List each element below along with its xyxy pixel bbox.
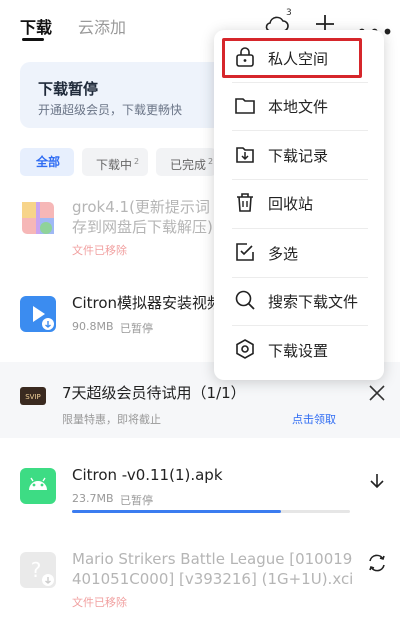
item-size: 90.8MB	[72, 320, 114, 333]
promo-title: 7天超级会员待试用（1/1）	[62, 384, 246, 402]
settings-icon	[236, 339, 254, 359]
menu-divider	[232, 130, 368, 131]
banner-subtitle: 开通超级会员，下载更畅快	[38, 103, 183, 117]
refresh-icon[interactable]	[366, 552, 388, 574]
item-title-line2[interactable]: 存到网盘后下载解压)	[72, 217, 212, 237]
item-title[interactable]: Citron模拟器安装视频	[72, 293, 214, 313]
multi-select-icon	[236, 243, 254, 261]
banner-title: 下载暂停	[38, 80, 99, 98]
item-status: 文件已移除	[72, 244, 127, 257]
tab-cloud-add[interactable]: 云添加	[78, 14, 126, 38]
menu-divider	[232, 325, 368, 326]
menu-item-download-records[interactable]: 下载记录	[232, 135, 372, 175]
menu-divider	[232, 277, 368, 278]
menu-item-label: 搜索下载文件	[268, 293, 359, 311]
menu-item-label: 本地文件	[268, 98, 329, 116]
item-title-line2[interactable]: 401051C000] [v393216] (1G+1U).xci	[72, 569, 352, 589]
menu-item-label: 回收站	[268, 195, 314, 213]
item-title[interactable]: Mario Strikers Battle League [010019	[72, 549, 352, 569]
svip-badge-icon: SVIP	[20, 387, 46, 405]
folder-icon	[235, 98, 255, 114]
download-progress-fill	[72, 510, 281, 513]
promo-subtitle: 限量特惠，即将截止	[62, 413, 161, 426]
search-icon	[235, 290, 255, 310]
promo-claim-link[interactable]: 点击领取	[292, 411, 336, 427]
close-icon[interactable]	[368, 384, 386, 402]
item-status: 已暂停	[120, 322, 153, 335]
svg-text:?: ?	[31, 558, 42, 582]
video-file-icon	[20, 296, 56, 332]
filter-downloading[interactable]: 下载中 2	[82, 148, 148, 176]
menu-item-label: 下载记录	[268, 147, 329, 165]
apk-file-icon	[20, 468, 56, 504]
download-progress-bar	[72, 510, 350, 513]
item-status: 文件已移除	[72, 596, 127, 609]
unknown-file-icon: ?	[20, 552, 56, 588]
menu-item-label: 下载设置	[268, 342, 329, 360]
download-record-icon	[236, 147, 254, 163]
tab-active-indicator	[22, 38, 44, 41]
menu-divider	[232, 179, 368, 180]
tab-download[interactable]: 下载	[20, 14, 52, 38]
menu-item-local-files[interactable]: 本地文件	[232, 86, 372, 126]
download-icon[interactable]	[368, 472, 386, 490]
menu-item-multi-select[interactable]: 多选	[232, 233, 372, 273]
trash-icon	[237, 193, 253, 212]
menu-item-search-downloads[interactable]: 搜索下载文件	[232, 281, 372, 321]
highlight-box	[222, 38, 362, 78]
menu-item-recycle-bin[interactable]: 回收站	[232, 183, 372, 223]
filter-done[interactable]: 已完成 2	[156, 148, 216, 176]
menu-item-label: 多选	[268, 245, 299, 263]
menu-divider	[232, 82, 368, 83]
archive-file-icon	[22, 202, 54, 234]
menu-item-download-settings[interactable]: 下载设置	[232, 330, 372, 370]
cloud-badge: 3	[286, 8, 292, 18]
svg-text:SVIP: SVIP	[25, 393, 41, 401]
item-size: 23.7MB	[72, 492, 114, 505]
item-status: 已暂停	[120, 494, 153, 507]
item-title[interactable]: Citron -v0.11(1).apk	[72, 465, 332, 485]
menu-divider	[232, 228, 368, 229]
item-title[interactable]: grok4.1(更新提示词，	[72, 197, 212, 217]
filter-all[interactable]: 全部	[20, 148, 74, 176]
